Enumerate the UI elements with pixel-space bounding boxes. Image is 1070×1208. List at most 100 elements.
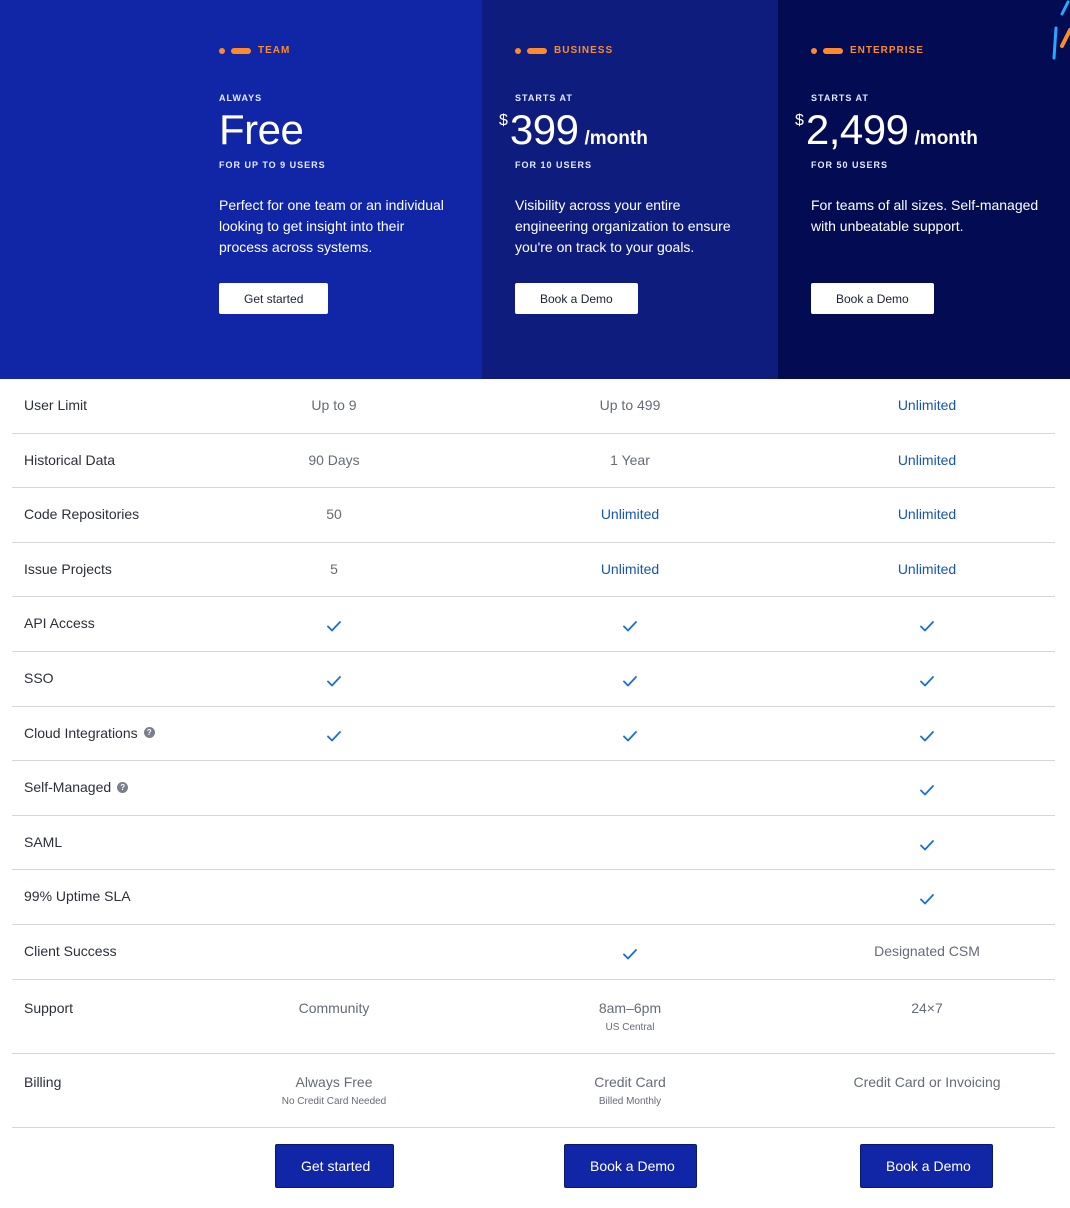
feature-label-text: SAML (24, 833, 63, 850)
plan-name: TEAM (258, 45, 291, 56)
get-started-button[interactable]: Get started (275, 1144, 394, 1188)
feature-label: Self-Managed? (24, 779, 129, 796)
feature-cell: 90 Days (214, 452, 454, 468)
feature-row: Historical Data 90 Days 1 Year Unlimited (12, 434, 1055, 489)
unlimited-link[interactable]: Unlimited (807, 506, 1047, 522)
book-demo-button[interactable]: Book a Demo (811, 283, 934, 314)
book-demo-button[interactable]: Book a Demo (515, 283, 638, 314)
feature-label-text: Billing (24, 1073, 62, 1090)
feature-value: 5 (330, 560, 338, 577)
feature-row: Cloud Integrations? (12, 707, 1055, 762)
orange-dot-icon (515, 47, 521, 54)
feature-row: Support Community 8am–6pm US Central 24×7 (12, 980, 1055, 1054)
feature-label: Cloud Integrations? (24, 725, 155, 741)
feature-value: 1 Year (610, 451, 650, 468)
get-started-button[interactable]: Get started (219, 283, 329, 314)
feature-cell (807, 838, 1047, 856)
feature-cell: Up to 9 (214, 397, 454, 413)
feature-label-text: Historical Data (24, 451, 116, 468)
feature-value-note: US Central (605, 1021, 655, 1033)
feature-cell: Unlimited (510, 506, 750, 522)
question-circle-icon[interactable]: ? (143, 727, 155, 739)
feature-cell: 1 Year (510, 452, 750, 468)
unlimited-link[interactable]: Unlimited (807, 452, 1047, 468)
plan-price: Free (219, 106, 304, 154)
feature-cell: Unlimited (807, 506, 1047, 522)
feature-cell: 24×7 (807, 1000, 1047, 1016)
feature-cell: Up to 499 (510, 397, 750, 413)
checkmark-icon (920, 676, 934, 687)
orange-pill-icon (231, 47, 251, 54)
orange-dot-icon (219, 47, 225, 54)
feature-cell (510, 619, 750, 637)
feature-cell (807, 619, 1047, 637)
feature-row: User Limit Up to 9 Up to 499 Unlimited (12, 379, 1055, 434)
plan-card-business: BUSINESS STARTS AT $ 399 /month FOR 10 U… (482, 0, 778, 379)
orange-pill-icon (823, 47, 843, 54)
feature-value: Always Free (295, 1073, 373, 1090)
feature-label: Historical Data (24, 452, 115, 468)
user-count: FOR 10 USERS (515, 160, 593, 170)
unlimited-link[interactable]: Unlimited (807, 397, 1047, 413)
feature-value: Credit Card (594, 1073, 666, 1090)
plan-name: BUSINESS (554, 45, 614, 56)
feature-label: Code Repositories (24, 506, 139, 522)
orange-pill-icon (527, 47, 547, 54)
feature-label: API Access (24, 615, 95, 631)
currency-symbol: $ (499, 112, 508, 129)
feature-row: Client Success Designated CSM (12, 925, 1055, 980)
question-circle-icon[interactable]: ? (117, 781, 129, 793)
unlimited-link[interactable]: Unlimited (807, 561, 1047, 577)
feature-cell (807, 674, 1047, 692)
unlimited-link[interactable]: Unlimited (510, 561, 750, 577)
feature-cell: Credit Card Billed Monthly (510, 1074, 750, 1107)
feature-label-text: API Access (24, 615, 95, 632)
feature-value: Up to 499 (599, 397, 661, 413)
feature-label-text: SSO (24, 669, 54, 686)
plan-card-team: TEAM ALWAYS Free FOR UP TO 9 USERS Perfe… (0, 0, 482, 379)
feature-cell: Unlimited (510, 561, 750, 577)
checkmark-icon (920, 839, 934, 851)
feature-cell: Community (214, 1000, 454, 1016)
feature-row: 99% Uptime SLA (12, 870, 1055, 925)
feature-cell: Unlimited (807, 452, 1047, 468)
price-period: /month (584, 128, 648, 149)
feature-label-text: User Limit (24, 397, 88, 413)
book-demo-button[interactable]: Book a Demo (564, 1144, 697, 1188)
feature-row: Self-Managed? (12, 761, 1055, 816)
plan-description: Perfect for one team or an individual lo… (219, 197, 444, 255)
plan-tag: ENTERPRISE (811, 45, 924, 56)
feature-label-text: 99% Uptime SLA (24, 888, 131, 905)
feature-row: Issue Projects 5 Unlimited Unlimited (12, 543, 1055, 598)
plan-card-enterprise: ENTERPRISE STARTS AT $ 2,499 /month FOR … (778, 0, 1070, 379)
unlimited-link[interactable]: Unlimited (510, 506, 750, 522)
feature-value: 50 (326, 506, 342, 523)
checkmark-icon (920, 621, 934, 632)
checkmark-icon (920, 785, 934, 796)
feature-cell: 5 (214, 561, 454, 577)
feature-label-text: Self-Managed (24, 779, 112, 796)
decorative-brush-icon (1052, 0, 1070, 60)
book-demo-button[interactable]: Book a Demo (860, 1144, 993, 1188)
checkmark-icon (327, 676, 341, 687)
feature-cell (510, 947, 750, 965)
feature-cell: 8am–6pm US Central (510, 1000, 750, 1033)
feature-label: User Limit (24, 397, 87, 413)
price-period: /month (914, 128, 978, 149)
feature-label-text: Client Success (24, 942, 117, 959)
feature-label: Client Success (24, 943, 117, 959)
checkmark-icon (327, 730, 341, 741)
feature-cell (807, 783, 1047, 801)
feature-cell (807, 729, 1047, 747)
checkmark-icon (623, 676, 637, 687)
feature-value: 8am–6pm (598, 999, 662, 1016)
feature-cell: Unlimited (807, 397, 1047, 413)
feature-label: SAML (24, 834, 62, 850)
feature-comparison-table: User Limit Up to 9 Up to 499 Unlimited Histo… (12, 379, 1055, 1128)
feature-value: 90 Days (308, 451, 360, 468)
plan-description: For teams of all sizes. Self-managed wit… (811, 197, 1039, 234)
feature-value: Community (298, 999, 370, 1016)
feature-cell: Unlimited (807, 561, 1047, 577)
feature-value: Designated CSM (874, 942, 980, 959)
feature-value-note: No Credit Card Needed (281, 1095, 387, 1107)
